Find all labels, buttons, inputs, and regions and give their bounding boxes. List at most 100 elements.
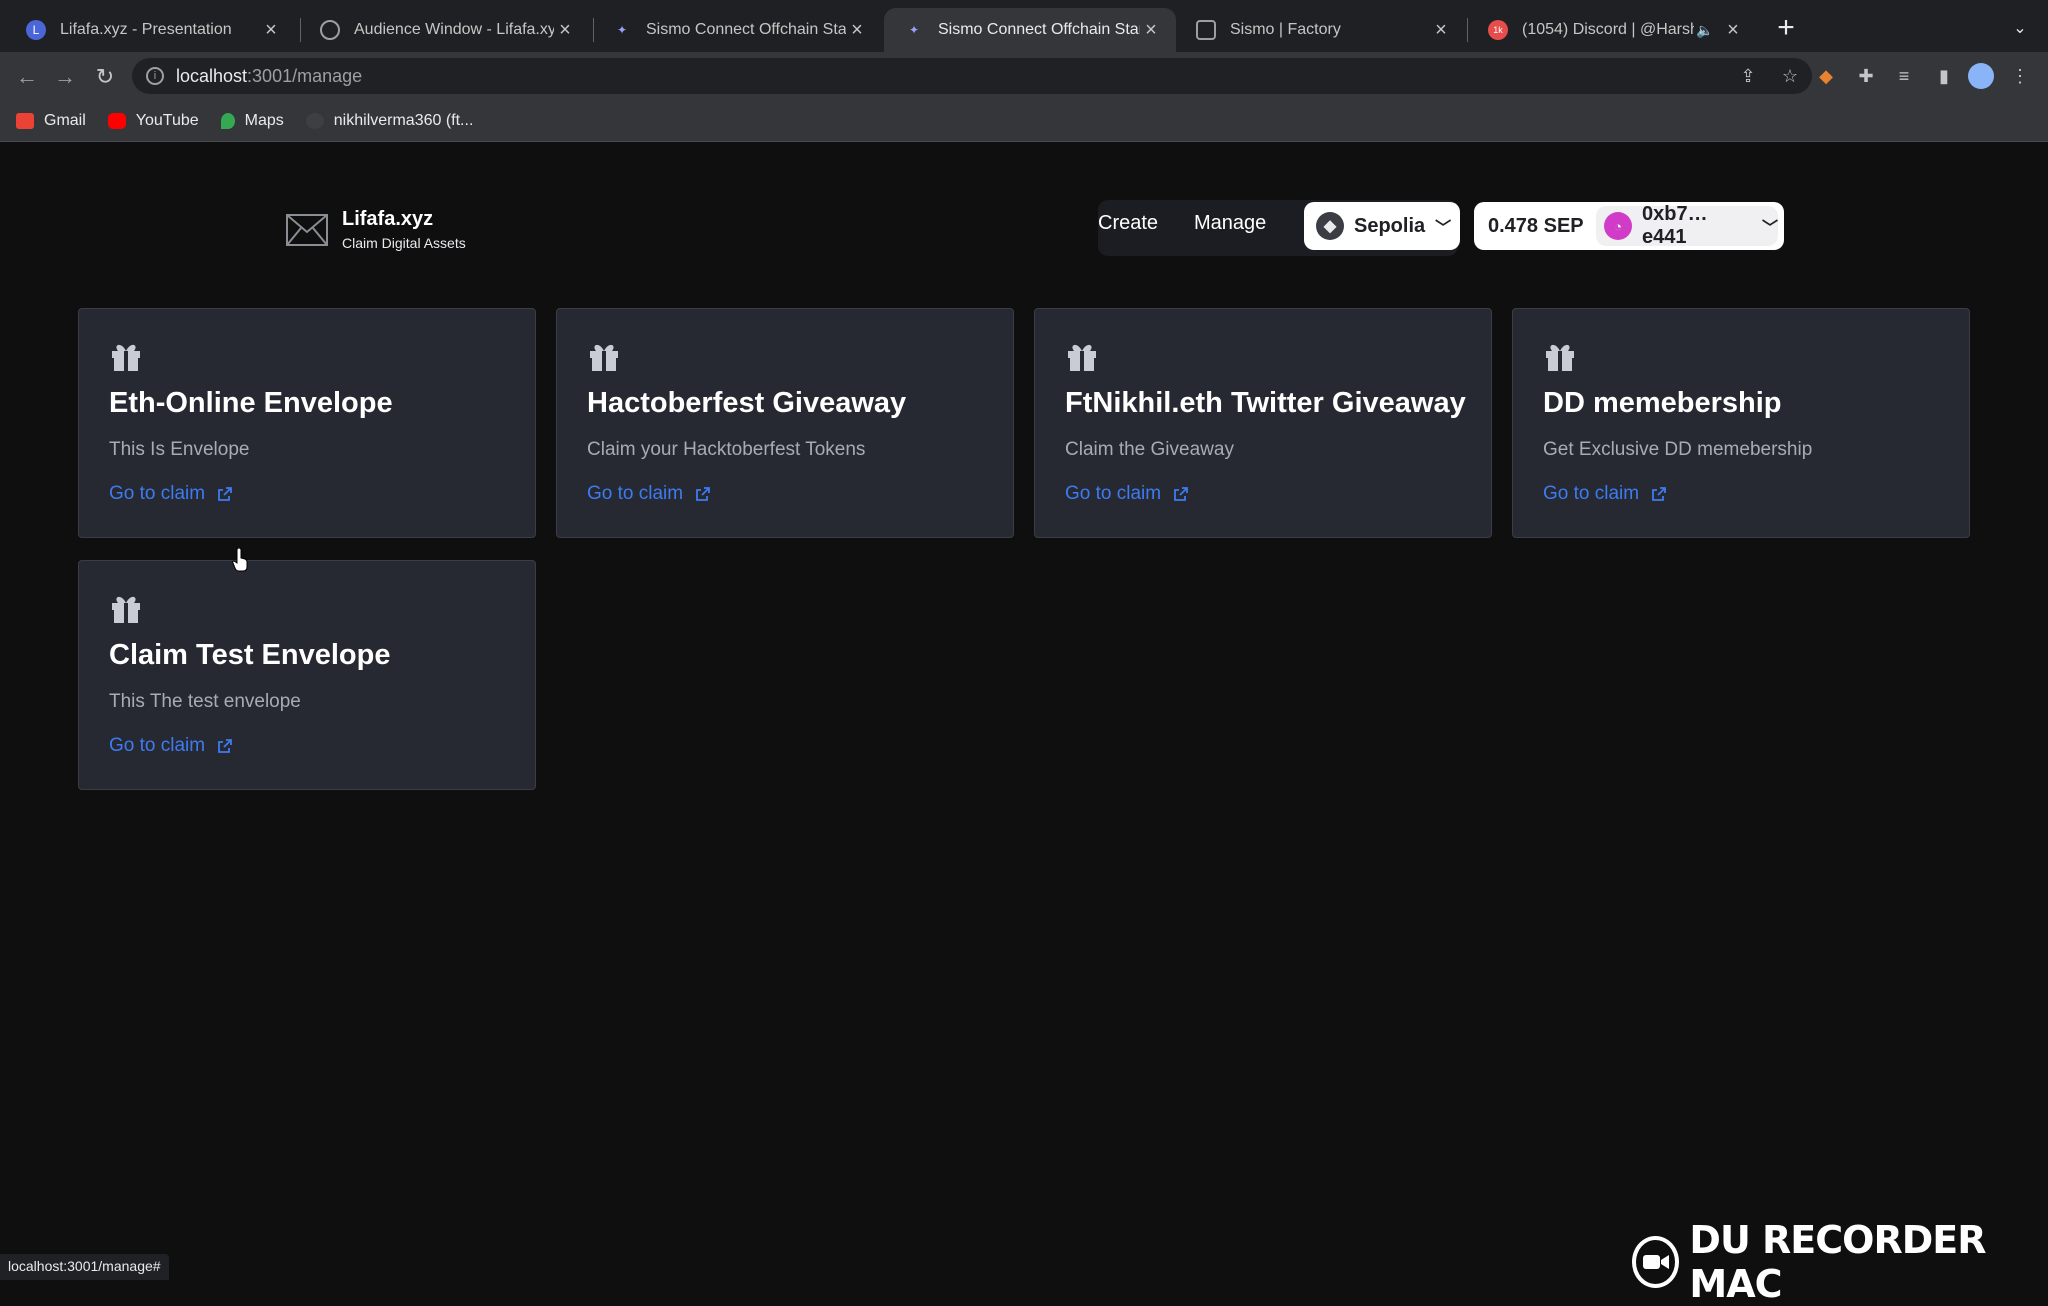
brand-logo[interactable]: Lifafa.xyz Claim Digital Assets <box>286 208 466 251</box>
external-link-icon <box>1652 487 1666 501</box>
tab-sismo-connect-1[interactable]: ✦ Sismo Connect Offchain Start × <box>592 8 882 52</box>
go-to-claim-link[interactable]: Go to claim <box>1543 483 1667 505</box>
close-tab-icon[interactable]: × <box>1140 19 1162 41</box>
external-link-icon <box>1174 487 1188 501</box>
go-to-claim-link[interactable]: Go to claim <box>109 735 233 757</box>
wallet-address: 0xb7…e441 <box>1641 203 1708 248</box>
address-path: :3001/manage <box>247 65 363 86</box>
gmail-icon <box>16 112 34 129</box>
profile-avatar[interactable] <box>1968 63 1994 89</box>
envelope-icon <box>286 213 328 246</box>
bookmark-gmail[interactable]: Gmail <box>16 112 86 130</box>
tab-title: Lifafa.xyz - Presentation <box>60 21 232 38</box>
tab-title: Sismo Connect Offchain Start <box>938 21 1140 38</box>
watermark-text: DU RECORDER MAC <box>1689 1218 1986 1306</box>
go-to-claim-link[interactable]: Go to claim <box>587 483 711 505</box>
youtube-icon <box>107 112 126 129</box>
sismo-icon: ✦ <box>908 23 920 37</box>
card-title: DD memebership <box>1543 387 1782 419</box>
external-link-icon <box>218 739 232 753</box>
discord-icon: 1k <box>1488 20 1508 40</box>
site-info-icon[interactable]: i <box>146 67 164 85</box>
go-to-claim-link[interactable]: Go to claim <box>109 483 233 505</box>
gift-icon <box>112 596 140 623</box>
sismo-icon: ✦ <box>616 23 628 37</box>
address-bar[interactable]: i localhost:3001/manage ⇪ ☆ <box>132 58 1812 94</box>
new-tab-plus-icon[interactable]: + <box>1770 11 1802 44</box>
link-status-bar: localhost:3001/manage# <box>0 1254 169 1280</box>
ethereum-icon: ◆ <box>1316 212 1344 240</box>
tab-strip: L Lifafa.xyz - Presentation × Audience W… <box>0 0 2048 52</box>
globe-icon <box>320 20 340 40</box>
network-selector-button[interactable]: ◆ Sepolia ﹀ <box>1304 202 1460 250</box>
account-button[interactable]: 0.478 SEP ◔ 0xb7…e441 ﹀ <box>1474 202 1784 250</box>
card-title: FtNikhil.eth Twitter Giveaway <box>1065 387 1466 419</box>
tab-sismo-factory[interactable]: Sismo | Factory × <box>1176 8 1466 52</box>
tab-title: Sismo | Factory <box>1230 21 1341 38</box>
envelope-card[interactable]: DD memebership Get Exclusive DD memebers… <box>1512 308 1970 538</box>
speaker-icon[interactable]: 🔈 <box>1694 19 1716 41</box>
network-label: Sepolia <box>1354 214 1426 237</box>
favicon-icon: L <box>26 20 46 40</box>
card-title: Eth-Online Envelope <box>109 387 393 419</box>
card-title: Hactoberfest Giveaway <box>587 387 907 419</box>
nav-create-link[interactable]: Create <box>1098 212 1158 235</box>
tab-audience-window[interactable]: Audience Window - Lifafa.xyz × <box>300 8 590 52</box>
kebab-menu-icon[interactable]: ⋮ <box>2006 62 2034 90</box>
bookmark-youtube[interactable]: YouTube <box>107 112 199 130</box>
close-tab-icon[interactable]: × <box>1430 19 1452 41</box>
envelope-card[interactable]: Hactoberfest Giveaway Claim your Hacktob… <box>556 308 1014 538</box>
recorder-watermark: DU RECORDER MAC <box>1632 1218 2048 1306</box>
card-description: This The test envelope <box>109 691 301 712</box>
card-description: Claim your Hacktoberfest Tokens <box>587 439 866 460</box>
puzzle-extensions-icon[interactable]: ✚ <box>1852 62 1880 90</box>
go-to-claim-link[interactable]: Go to claim <box>1065 483 1189 505</box>
reload-icon[interactable]: ↻ <box>90 62 120 92</box>
card-description: Get Exclusive DD memebership <box>1543 439 1813 460</box>
tab-title: (1054) Discord | @Harsh0 <box>1522 21 1694 38</box>
envelope-card[interactable]: FtNikhil.eth Twitter Giveaway Claim the … <box>1034 308 1492 538</box>
card-title: Claim Test Envelope <box>109 639 391 671</box>
forward-arrow-icon[interactable]: → <box>50 62 80 92</box>
close-tab-icon[interactable]: × <box>260 19 282 41</box>
brand-subtitle: Claim Digital Assets <box>342 235 466 251</box>
close-tab-icon[interactable]: × <box>554 19 576 41</box>
wallet-address-button[interactable]: ◔ 0xb7…e441 ﹀ <box>1596 203 1778 248</box>
share-icon[interactable]: ⇪ <box>1734 62 1762 90</box>
bookmark-star-icon[interactable]: ☆ <box>1776 62 1804 90</box>
hand-cursor-icon <box>232 548 248 572</box>
chevron-down-icon[interactable]: ⌄ <box>2006 14 2034 42</box>
factory-icon <box>1196 20 1216 40</box>
metamask-fox-icon[interactable]: ◆ <box>1812 62 1840 90</box>
tab-lifafa-presentation[interactable]: L Lifafa.xyz - Presentation × <box>6 8 296 52</box>
nav-manage-link[interactable]: Manage <box>1194 212 1266 235</box>
tab-discord[interactable]: 1k (1054) Discord | @Harsh0 🔈 × <box>1468 8 1758 52</box>
card-description: Claim the Giveaway <box>1065 439 1234 460</box>
tab-title: Audience Window - Lifafa.xyz <box>354 21 554 38</box>
external-link-icon <box>696 487 710 501</box>
bookmark-maps[interactable]: Maps <box>220 112 284 130</box>
video-camera-icon <box>1632 1236 1680 1288</box>
chevron-down-icon: ﹀ <box>1435 220 1452 237</box>
close-tab-icon[interactable]: × <box>846 19 868 41</box>
card-description: This Is Envelope <box>109 439 250 460</box>
media-queue-icon[interactable]: ≡ <box>1890 62 1918 90</box>
page-content: Lifafa.xyz Claim Digital Assets Create M… <box>0 142 2048 1280</box>
close-tab-icon[interactable]: × <box>1722 19 1744 41</box>
github-icon <box>305 112 324 129</box>
external-link-icon <box>218 487 232 501</box>
maps-pin-icon <box>220 112 235 129</box>
gift-icon <box>1546 344 1574 371</box>
bookmarks-bar: Gmail YouTube Maps nikhilverma360 (ft... <box>0 100 2048 142</box>
envelope-card[interactable]: Eth-Online Envelope This Is Envelope Go … <box>78 308 536 538</box>
address-host: localhost <box>176 65 248 86</box>
envelope-card[interactable]: Claim Test Envelope This The test envelo… <box>78 560 536 790</box>
tab-sismo-connect-2[interactable]: ✦ Sismo Connect Offchain Start × <box>884 8 1176 52</box>
browser-toolbar: ← → ↻ i localhost:3001/manage ⇪ ☆ ◆ ✚ ≡ … <box>0 52 2048 100</box>
bookmark-nikhilverma360[interactable]: nikhilverma360 (ft... <box>305 112 473 130</box>
gift-icon <box>112 344 140 371</box>
wallet-avatar: ◔ <box>1604 212 1632 240</box>
brand-title: Lifafa.xyz <box>342 208 434 230</box>
back-arrow-icon[interactable]: ← <box>12 62 42 92</box>
side-panel-icon[interactable]: ▮ <box>1930 62 1958 90</box>
